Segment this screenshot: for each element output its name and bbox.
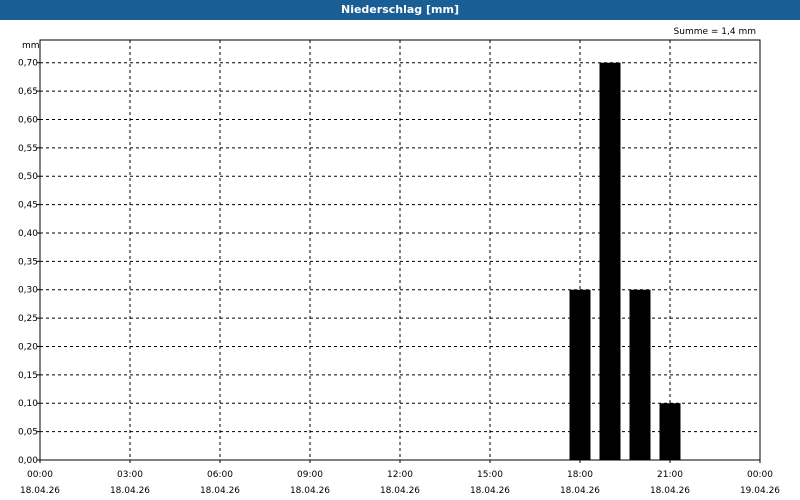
y-tick-label: 0,25 [18,314,38,324]
y-axis-ticks: 0,00 0,05 0,10 0,15 0,20 0,25 0,30 0,35 0,40 0,45… [18,59,40,466]
x-tick-date-label: 19.04.26 [740,486,780,496]
y-tick-label: 0,70 [18,59,38,69]
y-tick-label: 0,55 [18,144,38,154]
precipitation-bar [599,62,621,461]
y-tick-label: 0,30 [18,286,38,296]
y-tick-label: 0,50 [18,172,38,182]
x-tick-date-label: 18.04.26 [560,486,600,496]
x-tick-date-label: 18.04.26 [470,486,510,496]
x-tick-time-label: 21:00 [657,470,683,480]
y-tick-label: 0,60 [18,115,38,125]
y-tick-label: 0,20 [18,342,38,352]
y-tick-label: 0,15 [18,371,38,381]
x-tick-time-label: 15:00 [477,470,503,480]
x-tick-time-label: 06:00 [207,470,233,480]
y-tick-label: 0,65 [18,87,38,97]
x-tick-time-label: 18:00 [567,470,593,480]
x-tick-date-label: 18.04.26 [380,486,420,496]
precipitation-chart: 0,00 0,05 0,10 0,15 0,20 0,25 0,30 0,35 0,40 0,45… [18,27,780,496]
y-tick-label: 0,00 [18,456,38,466]
sum-annotation: Summe = 1,4 mm [674,27,756,37]
x-tick-date-label: 18.04.26 [290,486,330,496]
x-tick-time-label: 03:00 [117,470,143,480]
precipitation-bar [659,403,681,460]
y-tick-label: 0,45 [18,201,38,211]
y-tick-label: 0,35 [18,257,38,267]
precipitation-bar [569,289,591,460]
x-tick-time-label: 12:00 [387,470,413,480]
x-tick-date-label: 18.04.26 [110,486,150,496]
x-tick-time-label: 00:00 [27,470,53,480]
x-axis-ticks: 00:00 18.04.26 03:00 18.04.26 06:00 18.04.26 0… [20,460,780,496]
precipitation-bar [629,289,651,460]
x-tick-date-label: 18.04.26 [20,486,60,496]
x-tick-time-label: 09:00 [297,470,323,480]
y-tick-label: 0,40 [18,229,38,239]
y-tick-label: 0,10 [18,399,38,409]
grid-lines [40,40,760,460]
y-tick-label: 0,05 [18,428,38,438]
x-tick-date-label: 18.04.26 [650,486,690,496]
x-tick-time-label: 00:00 [747,470,773,480]
y-axis-unit: mm [22,41,40,51]
x-tick-date-label: 18.04.26 [200,486,240,496]
